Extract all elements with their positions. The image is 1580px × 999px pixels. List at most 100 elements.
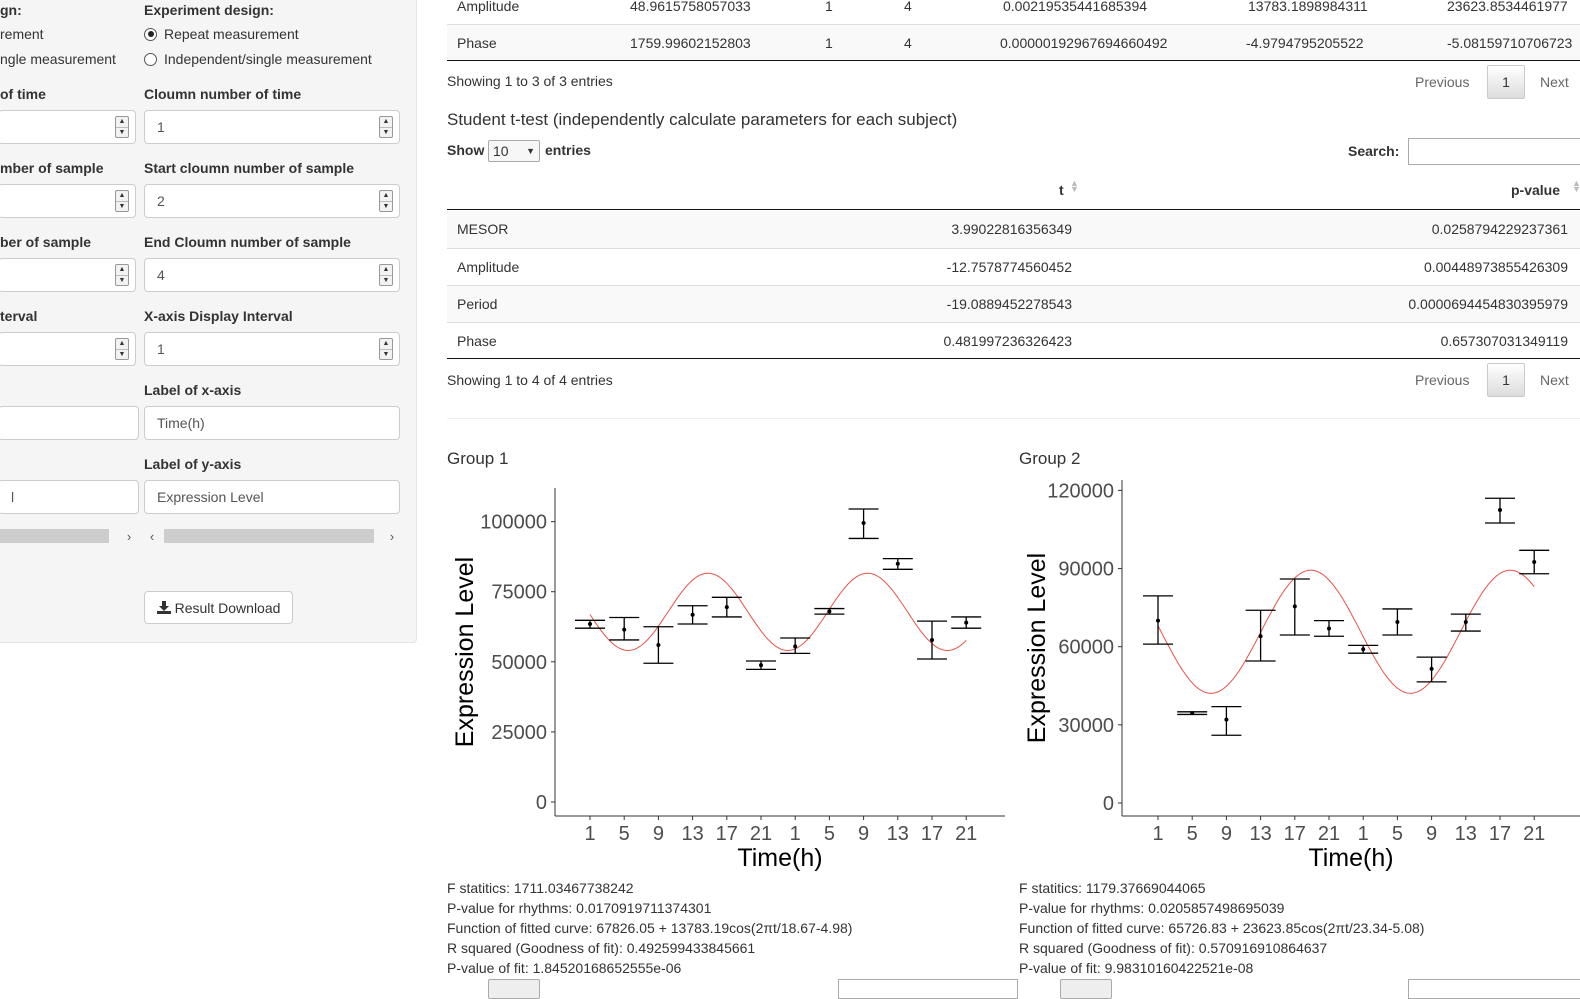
radio-label: Independent/single measurement — [164, 51, 372, 67]
spinner-icon[interactable]: ▲ ▼ — [115, 190, 129, 212]
cell-value: 23623.8534461977 — [1447, 0, 1568, 14]
p-value-rhythm: P-value for rhythms: 0.0170919711374301 — [447, 900, 712, 916]
pagination-previous[interactable]: Previous — [1415, 74, 1469, 90]
interval-label: X-axis Display Interval — [144, 308, 293, 324]
cell-value: 0.00000192967694660492 — [1000, 35, 1168, 51]
end-column-input-left[interactable]: ▲ ▼ — [0, 258, 136, 292]
horizontal-scrollbar-left[interactable]: › — [0, 528, 139, 544]
col-header-pvalue[interactable]: p-value — [1511, 182, 1560, 198]
pagination-previous[interactable]: Previous — [1415, 372, 1469, 388]
yaxis-label-input-left[interactable]: l — [0, 480, 139, 514]
data-point — [1258, 634, 1263, 639]
radio-independent-measurement[interactable]: Independent/single measurement — [144, 51, 372, 67]
cell-value: 1 — [825, 35, 833, 51]
xaxis-label-input-left[interactable] — [0, 406, 139, 440]
scrollbar-thumb[interactable] — [0, 529, 109, 543]
time-column-input-left[interactable]: ▲ ▼ — [0, 110, 136, 144]
horizontal-scrollbar[interactable]: ‹ › — [144, 528, 400, 544]
time-column-input[interactable]: 1 ▲ ▼ — [144, 110, 400, 144]
scroll-right-icon[interactable]: › — [384, 529, 400, 544]
cell-t: -19.0889452278543 — [946, 296, 1072, 312]
pagination-next[interactable]: Next — [1540, 74, 1569, 90]
data-point — [1327, 626, 1331, 631]
data-point — [1395, 619, 1400, 624]
spinner-icon[interactable]: ▲ ▼ — [115, 116, 129, 138]
interval-input-left[interactable]: ▲ ▼ — [0, 332, 136, 366]
cell-name: Amplitude — [457, 259, 520, 275]
y-tick-label: 25000 — [491, 722, 547, 744]
sort-icon[interactable]: ▲ ▼ — [1070, 179, 1079, 194]
sort-icon[interactable]: ▲ ▼ — [1572, 179, 1580, 194]
cell-value: 4 — [904, 0, 912, 14]
x-axis-title: Time(h) — [737, 844, 822, 872]
divider — [447, 418, 1580, 419]
spinner-icon[interactable]: ▲ ▼ — [379, 264, 393, 286]
scrollbar-thumb[interactable] — [164, 529, 374, 543]
xaxis-label-input[interactable]: Time(h) — [144, 406, 400, 440]
scroll-left-icon[interactable]: ‹ — [144, 529, 160, 544]
x-tick-label: 1 — [584, 823, 595, 845]
cell-t: 3.99022816356349 — [951, 221, 1072, 237]
spinner-icon[interactable]: ▲ ▼ — [115, 264, 129, 286]
cell-value: 1759.99602152803 — [630, 35, 751, 51]
p-value-rhythm: P-value for rhythms: 0.0205857498695039 — [1019, 900, 1285, 916]
spinner-icon[interactable]: ▲ ▼ — [379, 116, 393, 138]
entries-length-select[interactable] — [488, 979, 540, 999]
table-row: Amplitude 48.9615758057033 1 4 0.0021953… — [447, 0, 1580, 25]
data-point — [1361, 647, 1366, 652]
spinner-icon[interactable]: ▲ ▼ — [115, 338, 129, 360]
radio-unchecked-icon[interactable] — [144, 52, 157, 66]
x-tick-label: 1 — [790, 823, 801, 845]
data-point — [1224, 717, 1229, 722]
pagination-page[interactable]: 1 — [1487, 363, 1525, 397]
pagination-next[interactable]: Next — [1540, 372, 1569, 388]
search-input[interactable] — [1408, 138, 1580, 165]
radio-single-left[interactable]: ngle measurement — [0, 51, 116, 67]
start-column-input-left[interactable]: ▲ ▼ — [0, 184, 136, 218]
entries-length-value: 10 — [493, 143, 509, 159]
group-1-title: Group 1 — [447, 449, 509, 468]
x-tick-label: 17 — [1489, 823, 1511, 845]
y-tick-label: 100000 — [480, 512, 547, 534]
data-point — [759, 663, 763, 668]
col-header-t[interactable]: t — [1059, 182, 1064, 198]
spinner-icon[interactable]: ▲ ▼ — [379, 190, 393, 212]
x-tick-label: 21 — [750, 823, 772, 845]
cell-pvalue: 0.657307031349119 — [1440, 333, 1568, 349]
cell-name: Period — [457, 296, 498, 312]
radio-repeat-measurement[interactable]: Repeat measurement — [144, 26, 299, 42]
spinner-icon[interactable]: ▲ ▼ — [379, 338, 393, 360]
interval-label-left: terval — [0, 308, 38, 324]
radio-checked-icon[interactable] — [144, 27, 157, 41]
xaxis-label-label: Label of x-axis — [144, 382, 242, 398]
search-input[interactable] — [1408, 979, 1580, 999]
data-point — [827, 609, 832, 614]
result-download-button[interactable]: Result Download — [144, 591, 293, 624]
yaxis-label-input[interactable]: Expression Level — [144, 480, 400, 514]
start-column-input[interactable]: 2 ▲ ▼ — [144, 184, 400, 218]
chevron-down-icon: ▼ — [526, 146, 535, 156]
table-row: Phase 1759.99602152803 1 4 0.00000192967… — [447, 24, 1580, 61]
interval-input[interactable]: 1 ▲ ▼ — [144, 332, 400, 366]
entries-length-select[interactable] — [1060, 979, 1112, 999]
cell-name: Phase — [457, 35, 497, 51]
x-tick-label: 17 — [1284, 823, 1306, 845]
end-column-input[interactable]: 4 ▲ ▼ — [144, 258, 400, 292]
cell-pvalue: 0.0000694454830395979 — [1408, 296, 1568, 312]
entries-length-select[interactable]: 10 ▼ — [488, 140, 540, 162]
cell-t: -12.7578774560452 — [946, 259, 1072, 275]
scroll-right-icon[interactable]: › — [121, 529, 137, 544]
interval-value: 1 — [157, 341, 165, 357]
end-column-label-left: ber of sample — [0, 234, 92, 250]
ttest-table-header: t ▲ ▼ p-value ▲ ▼ — [447, 172, 1580, 210]
y-tick-label: 0 — [1103, 793, 1114, 815]
x-tick-label: 5 — [1392, 823, 1403, 845]
yaxis-label-label: Label of y-axis — [144, 456, 242, 472]
radio-repeat-left[interactable]: rement — [0, 26, 44, 42]
experiment-design-label-left: gn: — [0, 2, 22, 18]
pagination-page[interactable]: 1 — [1487, 65, 1525, 99]
search-input[interactable] — [838, 979, 1018, 999]
y-tick-label: 0 — [536, 792, 547, 814]
fitted-curve — [1157, 569, 1535, 694]
x-tick-label: 9 — [1426, 823, 1437, 845]
